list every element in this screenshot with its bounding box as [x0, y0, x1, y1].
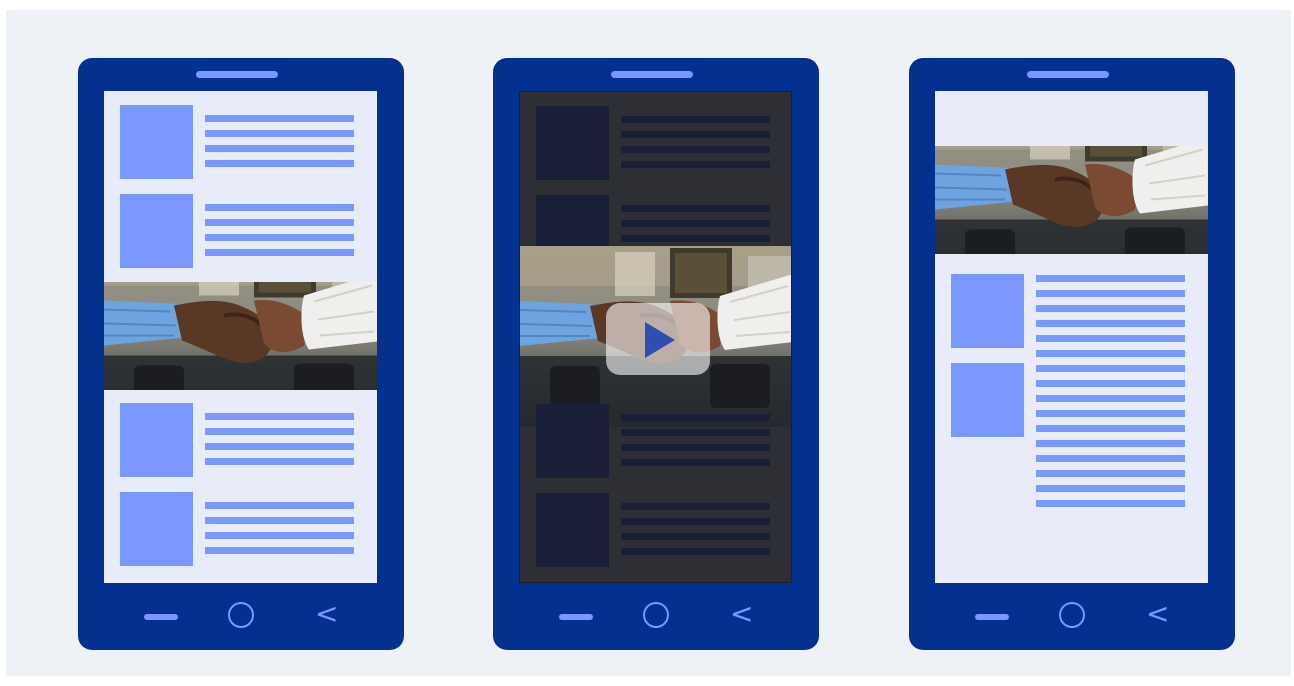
speaker-slot — [611, 71, 693, 78]
text-placeholder — [205, 115, 354, 175]
thumbnail-placeholder — [536, 493, 609, 567]
phone-video-overlay: < — [493, 58, 819, 650]
thumbnail-placeholder — [120, 194, 193, 268]
illustration-stage: < < < — [6, 10, 1291, 676]
list-item — [536, 106, 770, 180]
list-item — [536, 404, 770, 478]
home-icon[interactable] — [228, 602, 254, 628]
text-placeholder — [621, 503, 770, 563]
play-button[interactable] — [606, 303, 710, 375]
list-item — [120, 105, 354, 179]
thumbnail-placeholder — [120, 105, 193, 179]
nav-bar: < — [909, 596, 1235, 636]
list-item — [951, 274, 1185, 507]
text-placeholder — [205, 204, 354, 264]
list-item — [120, 194, 354, 268]
phone-screen — [104, 91, 377, 583]
thumbnail-placeholder — [536, 404, 609, 478]
list-item — [120, 492, 354, 566]
nav-bar: < — [78, 596, 404, 636]
back-icon[interactable]: < — [315, 600, 338, 628]
handshake-photo-art — [935, 146, 1208, 254]
play-icon — [645, 322, 675, 358]
menu-icon[interactable] — [559, 614, 593, 620]
speaker-slot — [1027, 71, 1109, 78]
text-placeholder — [621, 116, 770, 176]
back-icon[interactable]: < — [1146, 600, 1169, 628]
phone-inline-image: < — [78, 58, 404, 650]
phone-screen — [519, 91, 792, 583]
text-placeholder — [621, 414, 770, 474]
phone-screen — [935, 91, 1208, 583]
thumbnail-placeholder — [951, 274, 1024, 348]
thumbnail-placeholder — [536, 106, 609, 180]
home-icon[interactable] — [643, 602, 669, 628]
text-placeholder — [1036, 275, 1185, 515]
home-icon[interactable] — [1059, 602, 1085, 628]
text-placeholder — [205, 502, 354, 562]
list-item — [120, 403, 354, 477]
phone-header-image: < — [909, 58, 1235, 650]
back-icon[interactable]: < — [730, 600, 753, 628]
speaker-slot — [196, 71, 278, 78]
handshake-photo — [104, 282, 377, 390]
thumbnail-placeholder — [120, 492, 193, 566]
menu-icon[interactable] — [144, 614, 178, 620]
thumbnail-placeholder — [951, 363, 1024, 437]
list-item — [536, 493, 770, 567]
menu-icon[interactable] — [975, 614, 1009, 620]
nav-bar: < — [493, 596, 819, 636]
text-placeholder — [205, 413, 354, 473]
handshake-photo — [935, 146, 1208, 254]
thumbnail-placeholder — [120, 403, 193, 477]
handshake-photo-art — [104, 282, 377, 390]
